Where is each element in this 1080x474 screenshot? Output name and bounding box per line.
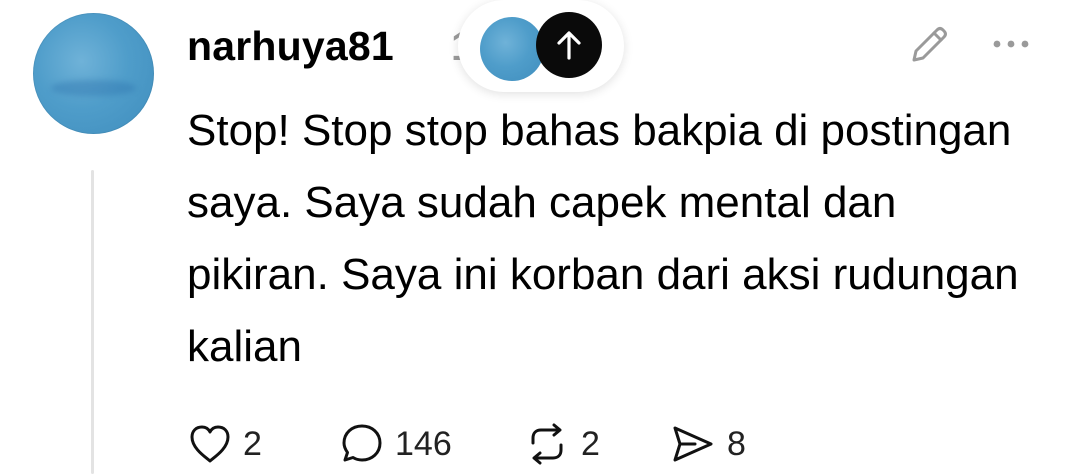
more-options-button[interactable] (990, 30, 1032, 58)
repost-icon (531, 423, 563, 465)
like-count: 2 (243, 425, 262, 463)
repost-count: 2 (581, 425, 600, 463)
comment-count: 146 (395, 425, 452, 463)
edit-button[interactable] (906, 22, 952, 68)
send-icon (673, 426, 713, 462)
more-horizontal-icon (993, 40, 1029, 48)
share-count: 8 (727, 425, 746, 463)
comment-icon (342, 424, 382, 462)
repost-button[interactable]: 2 (523, 418, 600, 470)
heart-icon (190, 425, 230, 463)
pencil-icon (912, 27, 947, 62)
mini-avatar[interactable] (480, 17, 544, 81)
username[interactable]: narhuya81 (187, 20, 394, 72)
arrow-up-icon (557, 31, 581, 60)
scroll-to-top-button[interactable] (536, 12, 602, 78)
avatar[interactable] (33, 13, 154, 134)
share-button[interactable]: 8 (669, 418, 746, 470)
thread-line (91, 170, 94, 474)
post-body: Stop! Stop stop bahas bakpia di postinga… (187, 106, 1019, 371)
comment-button[interactable]: 146 (339, 418, 452, 470)
like-button[interactable]: 2 (187, 418, 262, 470)
